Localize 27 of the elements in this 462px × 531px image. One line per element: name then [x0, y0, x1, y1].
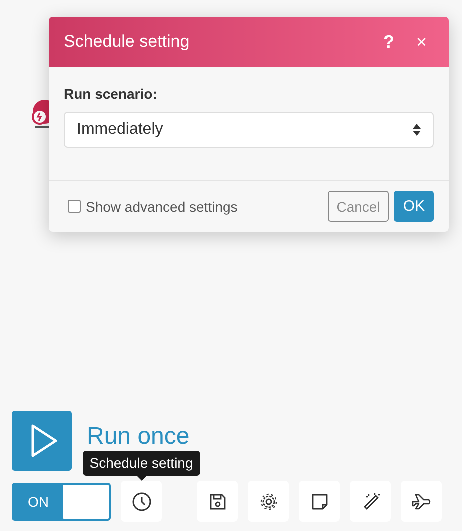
- airplane-icon: [412, 492, 432, 510]
- schedule-button[interactable]: [121, 481, 162, 522]
- cancel-button[interactable]: Cancel: [328, 191, 390, 222]
- checkbox-label: Show advanced settings: [86, 198, 238, 214]
- auto-align-button[interactable]: [350, 481, 391, 522]
- select-field[interactable]: Immediately: [64, 112, 434, 148]
- clock-icon: [132, 492, 152, 512]
- tooltip: Schedule setting: [82, 451, 200, 476]
- run-once-label[interactable]: Run once: [87, 423, 190, 451]
- notes-button[interactable]: [299, 481, 340, 522]
- flow-button[interactable]: [401, 481, 442, 522]
- settings-button[interactable]: [248, 481, 289, 522]
- settings-icon: [260, 492, 278, 510]
- sort-arrows-icon: [413, 124, 421, 136]
- help-button[interactable]: ?: [375, 32, 402, 52]
- ok-button[interactable]: OK: [394, 191, 434, 222]
- sticky-note-icon: [310, 492, 328, 510]
- close-button[interactable]: ×: [408, 32, 435, 52]
- tooltip-pointer: [136, 476, 146, 481]
- save-button[interactable]: [197, 481, 238, 522]
- magic-wand-icon: [362, 492, 380, 510]
- run-button[interactable]: [12, 411, 72, 471]
- on-off-toggle[interactable]: ON: [12, 482, 111, 520]
- play-icon: [30, 424, 58, 458]
- checkbox[interactable]: [68, 200, 81, 213]
- dialog-title: Schedule setting: [64, 32, 191, 52]
- field-label: Run scenario:: [64, 86, 158, 102]
